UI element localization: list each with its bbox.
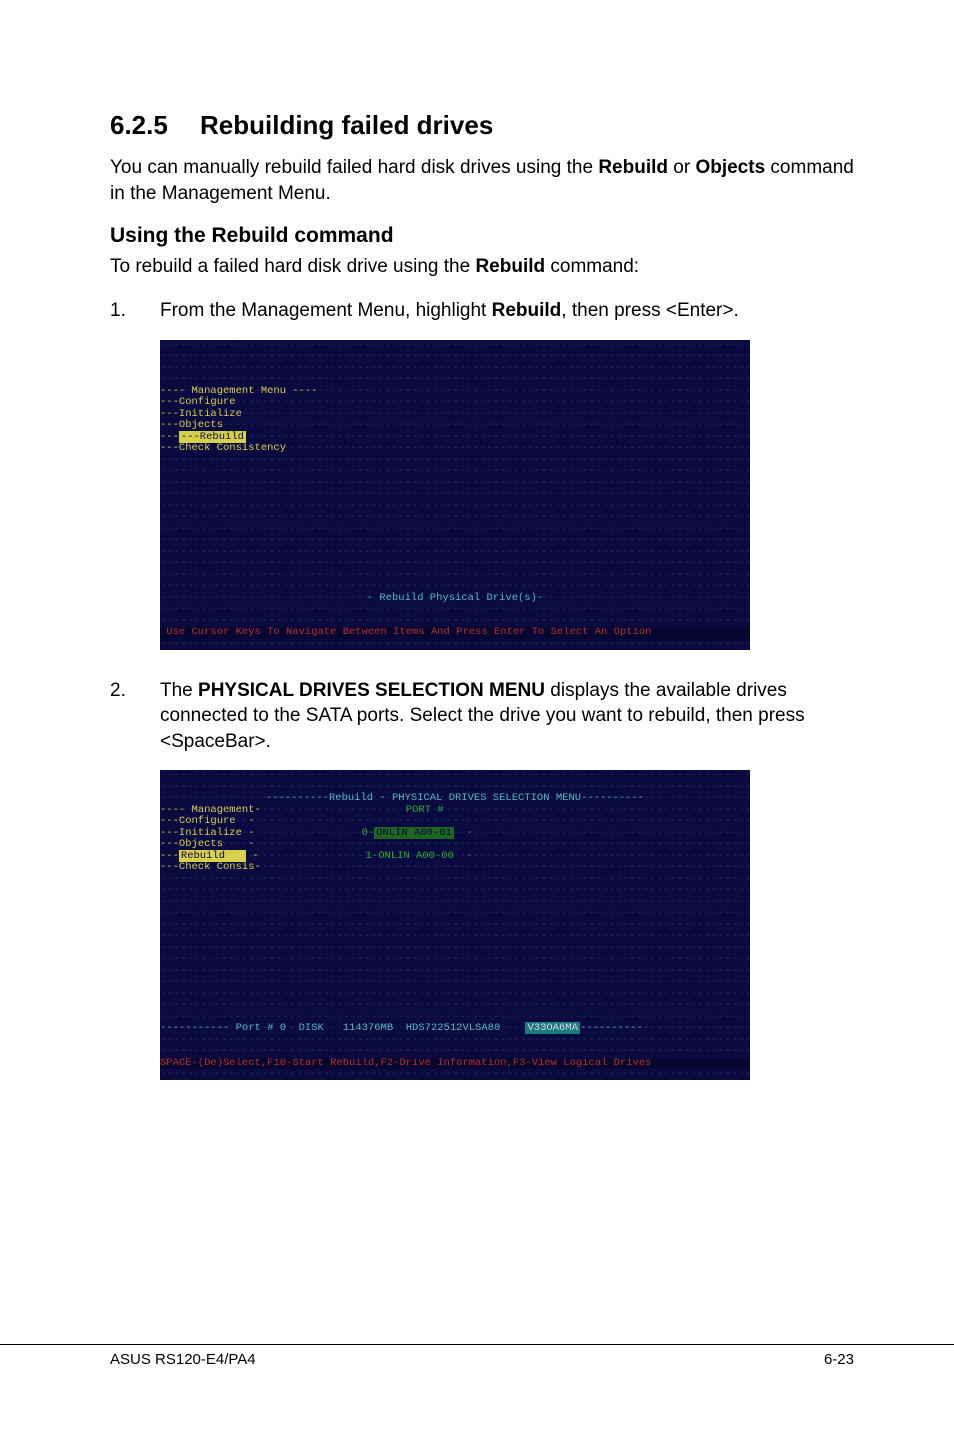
- section-number: 6.2.5: [110, 110, 200, 141]
- tip-line: - Rebuild Physical Drive(s)-: [160, 593, 750, 605]
- footer-right: 6-23: [824, 1351, 854, 1368]
- status-bar: Use Cursor Keys To Navigate Between Item…: [160, 627, 750, 639]
- menu-item-objects: ---Objects: [160, 420, 750, 432]
- subsection-intro: To rebuild a failed hard disk drive usin…: [110, 254, 854, 280]
- bios-screenshot-1: ----------------------------------------…: [160, 340, 750, 650]
- step-text: The PHYSICAL DRIVES SELECTION MENU displ…: [160, 678, 854, 755]
- footer-left: ASUS RS120-E4/PA4: [110, 1351, 256, 1368]
- menu-item-configure: ---Configure: [160, 397, 750, 409]
- intro-paragraph: You can manually rebuild failed hard dis…: [110, 155, 854, 206]
- step-1: 1. From the Management Menu, highlight R…: [110, 298, 854, 324]
- menu-item-check: ---Check Consistency: [160, 443, 750, 455]
- step-text: From the Management Menu, highlight Rebu…: [160, 298, 854, 324]
- section-title-text: Rebuilding failed drives: [200, 110, 493, 140]
- subsection-heading: Using the Rebuild command: [110, 224, 854, 248]
- menu-item-initialize: ---Initialize: [160, 409, 750, 421]
- step-2: 2. The PHYSICAL DRIVES SELECTION MENU di…: [110, 678, 854, 755]
- step-number: 1.: [110, 298, 160, 324]
- bios-screenshot-2: ----------------------------------------…: [160, 770, 750, 1080]
- status-bar-2: SPACE-(De)Select,F10-Start Rebuild,F2-Dr…: [160, 1058, 750, 1070]
- section-heading: 6.2.5Rebuilding failed drives: [110, 110, 854, 141]
- menu-header: ---- Management Menu ----: [160, 386, 750, 398]
- drive-detail-line: ----------- Port # 0 DISK 114376MB HDS72…: [160, 1023, 750, 1035]
- step-number: 2.: [110, 678, 160, 755]
- menu-item-check-2: ---Check Consis-: [160, 862, 750, 874]
- page-footer: ASUS RS120-E4/PA4 6-23: [0, 1344, 954, 1368]
